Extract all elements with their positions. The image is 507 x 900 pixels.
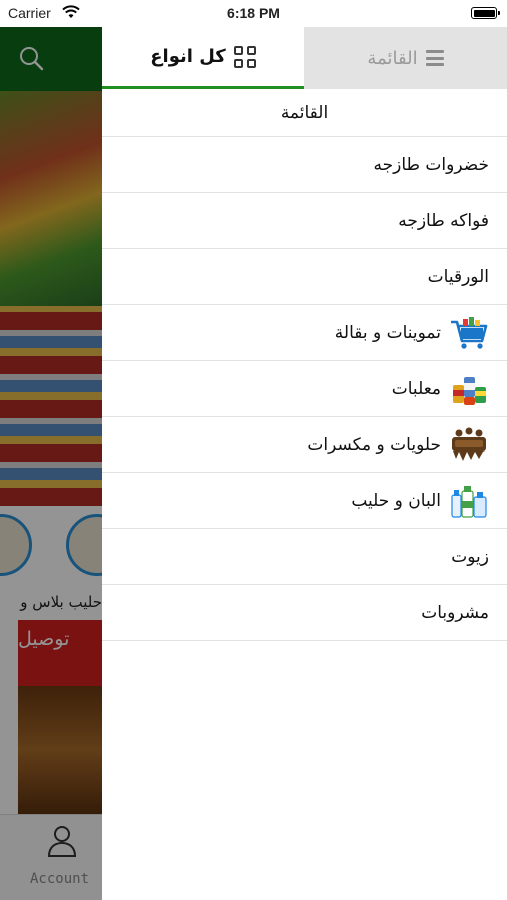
drawer-overlay[interactable]: [0, 27, 102, 900]
menu-item-beverages[interactable]: مشروبات: [102, 585, 507, 641]
menu-item-dairy-milk[interactable]: البان و حليب: [102, 473, 507, 529]
clock: 6:18 PM: [227, 5, 280, 21]
hamburger-icon: [425, 50, 444, 66]
canned-goods-icon: [453, 376, 486, 405]
tab-all-categories-label: كل انواع: [150, 46, 226, 67]
grid-icon: [233, 45, 256, 68]
menu-title: القائمة: [102, 89, 507, 137]
chocolate-icon: [452, 427, 486, 461]
menu-item-label: حلويات و مكسرات: [307, 434, 441, 455]
menu-item-label: الورقيات: [427, 266, 489, 287]
menu-item-fresh-vegetables[interactable]: خضروات طازجه: [102, 137, 507, 193]
menu-item-oils[interactable]: زيوت: [102, 529, 507, 585]
menu-item-fresh-fruits[interactable]: فواكه طازجه: [102, 193, 507, 249]
tab-menu[interactable]: القائمة: [304, 27, 507, 89]
battery-icon: [471, 7, 500, 19]
menu-item-label: زيوت: [451, 546, 489, 567]
menu-item-label: معلبات: [391, 378, 441, 399]
menu-item-canned-goods[interactable]: معلبات: [102, 361, 507, 417]
tab-all-categories[interactable]: كل انواع: [102, 27, 304, 89]
drawer-tabs: كل انواع القائمة: [102, 27, 507, 89]
shopping-cart-icon: [451, 316, 488, 349]
menu-item-label: البان و حليب: [351, 490, 441, 511]
menu-item-label: مشروبات: [421, 602, 489, 623]
menu-item-label: تموينات و بقالة: [334, 322, 441, 343]
menu-item-groceries[interactable]: تموينات و بقالة: [102, 305, 507, 361]
status-bar: Carrier 6:18 PM: [0, 0, 507, 27]
tab-menu-label: القائمة: [367, 47, 418, 69]
menu-item-sweets-nuts[interactable]: حلويات و مكسرات: [102, 417, 507, 473]
milk-bottles-icon: [451, 485, 487, 518]
side-drawer: كل انواع القائمة القائمة خضروات طازجه فو…: [102, 27, 507, 900]
menu-item-label: خضروات طازجه: [373, 154, 489, 175]
menu-item-label: فواكه طازجه: [398, 210, 489, 231]
category-menu-list: خضروات طازجه فواكه طازجه الورقيات تموينا…: [102, 137, 507, 641]
menu-item-leafy-greens[interactable]: الورقيات: [102, 249, 507, 305]
